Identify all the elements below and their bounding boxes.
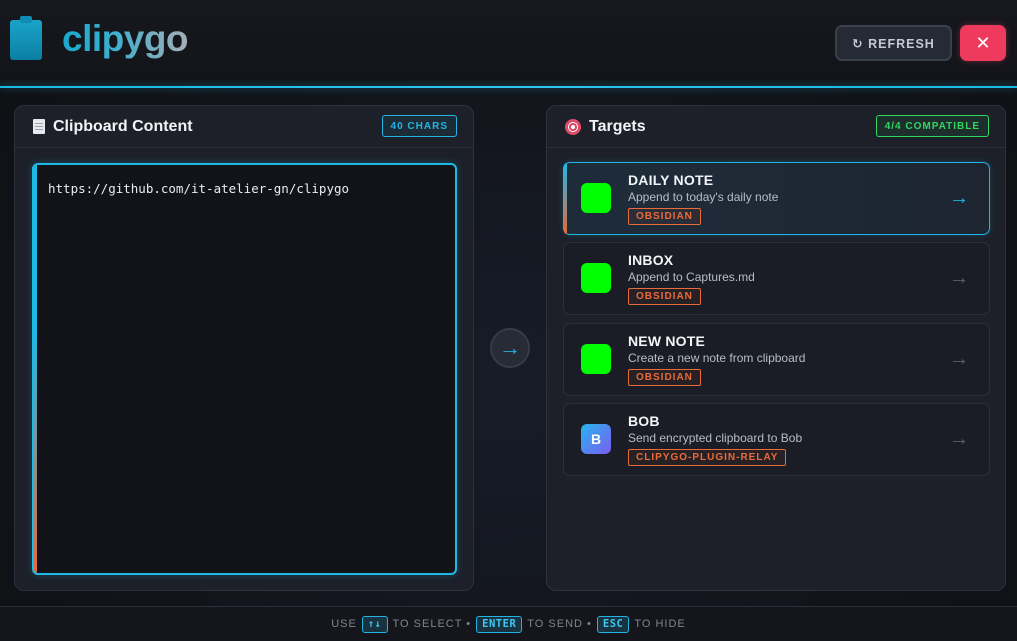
green-square-icon [581, 263, 611, 293]
clipboard-content-textarea[interactable]: https://github.com/it-atelier-gn/clipygo [32, 163, 457, 575]
clipboard-panel-title: Clipboard Content [53, 117, 193, 135]
hint-text: TO SEND • [527, 618, 592, 630]
arrow-right-icon: → [949, 428, 969, 450]
target-icon [565, 118, 581, 135]
arrow-keys-kbd: ↑↓ [361, 615, 388, 633]
target-new-note[interactable]: NEW NOTE Create a new note from clipboar… [563, 323, 990, 396]
target-description: Append to today's daily note [628, 190, 779, 204]
green-square-icon [581, 183, 611, 213]
target-daily-note[interactable]: DAILY NOTE Append to today's daily note … [563, 162, 990, 235]
send-arrow-button[interactable]: → [490, 328, 530, 368]
clipboard-logo-icon [10, 16, 42, 60]
bob-avatar-icon: B [581, 424, 611, 454]
refresh-button[interactable]: ↻ REFRESH [835, 25, 952, 61]
compatible-badge: 4/4 COMPATIBLE [875, 115, 989, 137]
arrow-right-icon: → [949, 187, 969, 209]
target-name: BOB [628, 413, 660, 429]
target-description: Create a new note from clipboard [628, 351, 806, 365]
target-name: NEW NOTE [628, 333, 706, 349]
esc-key-kbd: ESC [596, 615, 630, 633]
target-description: Append to Captures.md [628, 270, 755, 284]
app-header: clipygo ↻ REFRESH ✕ [0, 0, 1017, 88]
targets-panel-title: Targets [589, 117, 646, 135]
green-square-icon [581, 344, 611, 374]
hint-text: TO HIDE [634, 618, 686, 630]
arrow-right-icon: → [949, 267, 969, 289]
targets-panel: Targets 4/4 COMPATIBLE DAILY NOTE Append… [546, 105, 1006, 591]
target-tag: OBSIDIAN [628, 369, 701, 386]
targets-panel-header: Targets 4/4 COMPATIBLE [547, 106, 1005, 148]
clipboard-panel-header: Clipboard Content 40 CHARS [15, 106, 473, 148]
header-divider [0, 86, 1017, 88]
clipboard-panel: Clipboard Content 40 CHARS https://githu… [14, 105, 474, 591]
target-inbox[interactable]: INBOX Append to Captures.md OBSIDIAN → [563, 242, 990, 315]
target-bob[interactable]: B BOB Send encrypted clipboard to Bob CL… [563, 403, 990, 476]
hint-text: USE [331, 618, 357, 630]
target-name: INBOX [628, 252, 674, 268]
target-tag: OBSIDIAN [628, 288, 701, 305]
keyboard-hints-footer: USE ↑↓ TO SELECT • ENTER TO SEND • ESC T… [0, 606, 1017, 641]
close-button[interactable]: ✕ [960, 25, 1006, 61]
char-count-badge: 40 CHARS [381, 115, 457, 137]
app-title: clipygo [62, 18, 189, 59]
document-icon [33, 119, 45, 134]
enter-key-kbd: ENTER [476, 615, 523, 633]
target-tag: CLIPYGO-PLUGIN-RELAY [628, 449, 787, 466]
hint-text: TO SELECT • [392, 618, 472, 630]
target-tag: OBSIDIAN [628, 208, 701, 225]
target-name: DAILY NOTE [628, 172, 714, 188]
arrow-right-icon: → [949, 348, 969, 370]
target-description: Send encrypted clipboard to Bob [628, 431, 803, 445]
